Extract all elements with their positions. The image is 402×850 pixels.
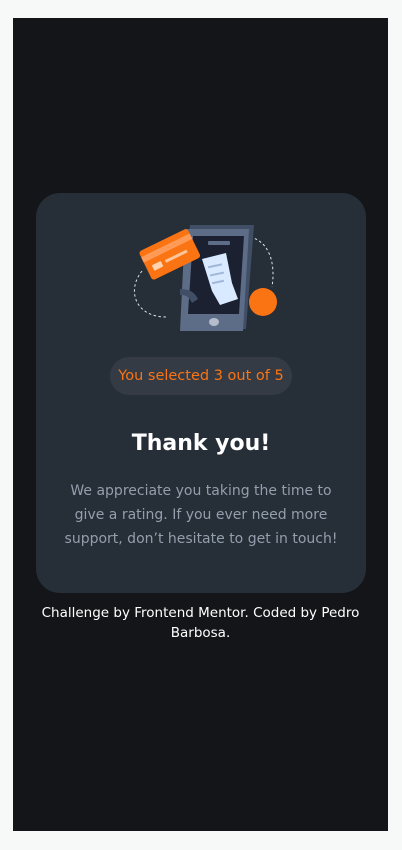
thank-you-card: You selected 3 out of 5 Thank you! We ap…	[36, 193, 366, 593]
app-viewport: You selected 3 out of 5 Thank you! We ap…	[13, 18, 388, 831]
attribution-text: Challenge by Frontend Mentor. Coded by P…	[41, 605, 360, 641]
selection-badge: You selected 3 out of 5	[110, 357, 292, 395]
thank-you-title: Thank you!	[131, 431, 271, 456]
thank-you-illustration-icon	[133, 225, 277, 331]
thank-you-message: We appreciate you taking the time to giv…	[64, 483, 338, 547]
